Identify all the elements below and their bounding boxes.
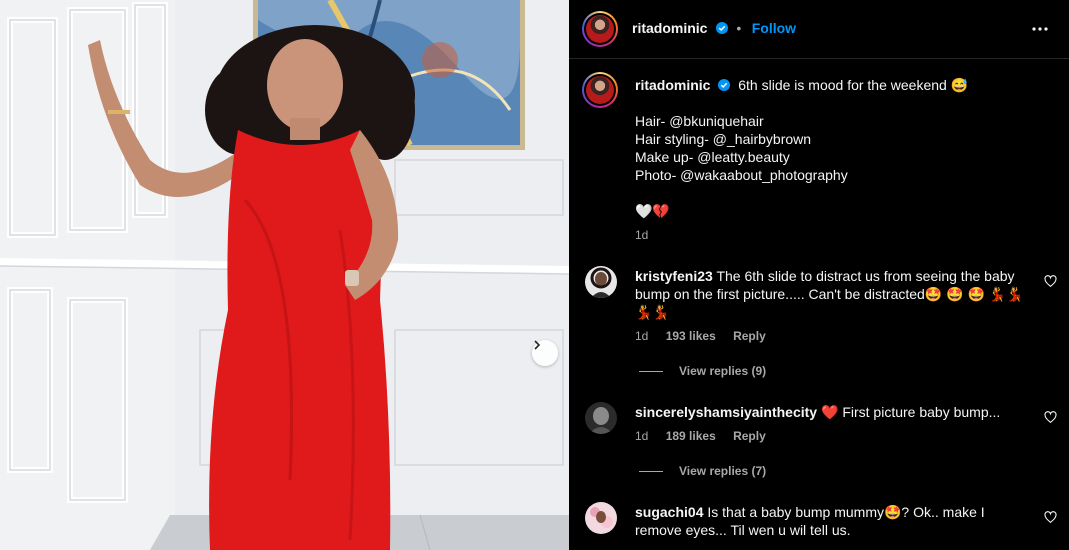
comment-username[interactable]: sincerelyshamsiyainthecity: [635, 404, 817, 420]
comment-username[interactable]: kristyfeni23: [635, 268, 713, 284]
divider: [639, 471, 663, 473]
caption-line: Hair styling- @_hairbybrown: [635, 131, 812, 147]
caption-line: Make up- @leatty.beauty: [635, 149, 790, 165]
post-photo-illustration: [0, 0, 569, 550]
author-avatar[interactable]: [582, 11, 618, 47]
caption: ritadominic 6th slide is mood for the we…: [635, 76, 1045, 242]
comment-avatar[interactable]: [585, 266, 617, 298]
comment-timestamp: 1d: [635, 429, 649, 443]
comment-likes[interactable]: 193 likes: [666, 329, 716, 343]
comment-avatar[interactable]: [585, 502, 617, 534]
comment-text: bump on the first picture..... Can't be …: [635, 286, 1024, 302]
verified-badge-icon: [715, 22, 728, 34]
post-image[interactable]: [0, 0, 569, 550]
next-slide-button[interactable]: [532, 340, 558, 366]
heart-outline-icon[interactable]: [1044, 275, 1057, 288]
caption-line: [635, 184, 1045, 202]
view-replies-button[interactable]: View replies (9): [639, 364, 766, 378]
comment-timestamp: 1d: [635, 329, 649, 343]
comment-text: Is that a baby bump mummy🤩? Ok.. make I: [707, 504, 985, 520]
chevron-right-icon: [534, 340, 541, 350]
more-options-icon[interactable]: [1031, 20, 1049, 38]
caption-timestamp: 1d: [635, 228, 649, 242]
heart-outline-icon[interactable]: [1044, 511, 1057, 524]
caption-line: 6th slide is mood for the weekend 😅: [738, 77, 969, 93]
caption-username[interactable]: ritadominic: [635, 77, 710, 93]
heart-outline-icon[interactable]: [1044, 411, 1057, 424]
comment-text: remove eyes... Til wen u wil tell us.: [635, 522, 851, 538]
comment-item: sincerelyshamsiyainthecity ❤️ First pict…: [635, 403, 1035, 443]
comment-text: The 6th slide to distract us from seeing…: [716, 268, 1015, 284]
comment-item: kristyfeni23 The 6th slide to distract u…: [635, 267, 1035, 343]
comment-username[interactable]: sugachi04: [635, 504, 703, 520]
follow-button[interactable]: Follow: [752, 20, 796, 36]
divider: [639, 371, 663, 373]
verified-badge-icon: [718, 79, 731, 91]
caption-line: [635, 94, 1045, 112]
caption-line: Hair- @bkuniquehair: [635, 113, 764, 129]
view-replies-button[interactable]: View replies (7): [639, 464, 766, 478]
caption-line: Photo- @wakaabout_photography: [635, 167, 848, 183]
reply-button[interactable]: Reply: [733, 329, 766, 343]
comment-avatar[interactable]: [585, 402, 617, 434]
comment-text: ❤️ First picture baby bump...: [821, 404, 1001, 420]
reply-button[interactable]: Reply: [733, 429, 766, 443]
author-username[interactable]: ritadominic: [632, 20, 707, 36]
separator-dot: •: [736, 20, 742, 36]
view-replies-label: View replies (7): [679, 464, 767, 478]
post-header: ritadominic • Follow: [569, 0, 1069, 59]
comment-text: 💃💃: [635, 304, 670, 320]
caption-avatar[interactable]: [582, 72, 618, 108]
comment-likes[interactable]: 189 likes: [666, 429, 716, 443]
post-sidebar: ritadominic • Follow ritadominic 6th sli…: [569, 0, 1069, 550]
comment-item: sugachi04 Is that a baby bump mummy🤩? Ok…: [635, 503, 1035, 539]
caption-line: 🤍💔: [635, 203, 670, 219]
view-replies-label: View replies (9): [679, 364, 767, 378]
